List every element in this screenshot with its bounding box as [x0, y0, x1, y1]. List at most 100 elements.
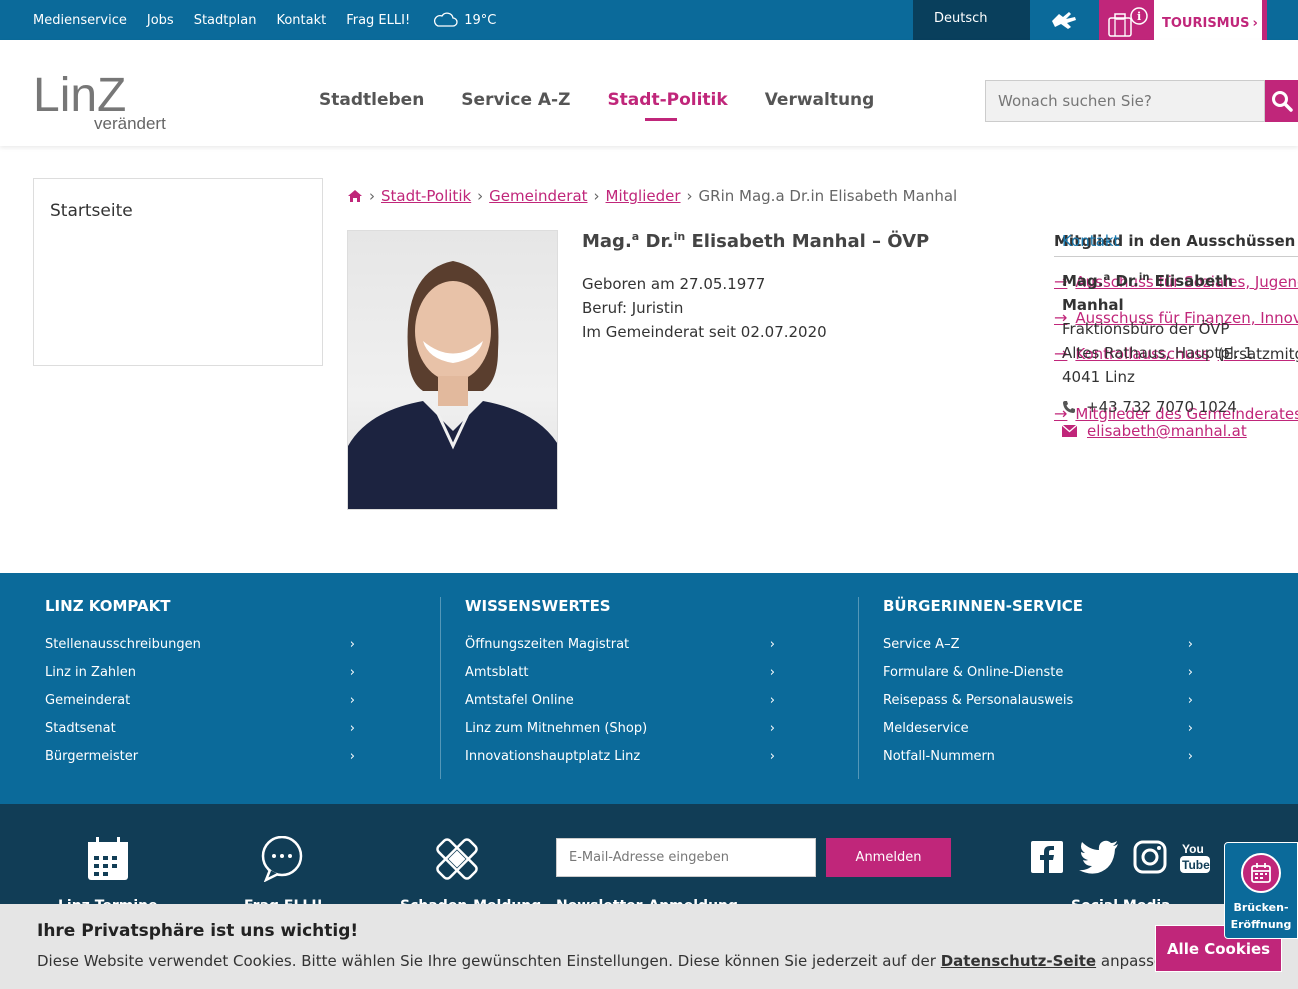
weather-temp: 19°C	[464, 12, 497, 28]
nav-stadtleben[interactable]: Stadtleben	[319, 90, 424, 110]
footer-link[interactable]: Meldeservice ›	[883, 721, 1193, 749]
chevron-right-icon: ›	[1187, 637, 1193, 652]
footer-link[interactable]: Formulare & Online-Dienste ›	[883, 665, 1193, 693]
cookie-text-before: Diese Website verwendet Cookies. Bitte w…	[37, 952, 936, 970]
footer-col-title: LINZ KOMPAKT	[45, 597, 171, 615]
bridge-opening-badge[interactable]: Brücken- Eröffnung	[1224, 842, 1298, 939]
portrait-photo	[347, 230, 558, 510]
top-link-jobs[interactable]: Jobs	[147, 13, 174, 28]
cloud-icon	[434, 12, 458, 27]
top-link-stadtplan[interactable]: Stadtplan	[194, 13, 257, 28]
chevron-right-icon: ›	[769, 749, 775, 764]
nav-service-a-z[interactable]: Service A-Z	[461, 90, 570, 110]
chat-bubble-icon[interactable]	[260, 835, 306, 883]
chevron-right-icon: ›	[349, 637, 355, 652]
breadcrumb-gemeinderat[interactable]: Gemeinderat	[489, 187, 587, 205]
chevron-right-icon: ›	[349, 693, 355, 708]
chevron-right-icon: ›	[1187, 665, 1193, 680]
contact-sup-a: a	[1103, 272, 1111, 283]
contact-phone[interactable]: +43 732 7070 1024	[1086, 395, 1237, 419]
footer-link-label: Bürgermeister	[45, 749, 139, 764]
footer-link-label: Amtsblatt	[465, 665, 529, 680]
search-button[interactable]	[1265, 80, 1298, 122]
chevron-right-icon: ›	[769, 693, 775, 708]
breadcrumb-stadt-politik[interactable]: Stadt-Politik	[381, 187, 471, 205]
breadcrumb-mitglieder[interactable]: Mitglieder	[606, 187, 681, 205]
chevron-right-icon: ›	[1252, 15, 1258, 31]
footer-link[interactable]: Amtsblatt ›	[465, 665, 775, 693]
contact-sup-in: in	[1138, 272, 1150, 283]
chevron-right-icon: ›	[1187, 693, 1193, 708]
cookie-banner: Ihre Privatsphäre ist uns wichtig! Diese…	[0, 904, 1298, 989]
youtube-icon[interactable]: You Tube	[1180, 840, 1210, 874]
title-sup-a: a	[631, 230, 640, 243]
contact-phone-row: +43 732 7070 1024	[1062, 395, 1253, 419]
top-link-frag-elli[interactable]: Frag ELLI!	[346, 13, 410, 28]
svg-text:You: You	[1182, 842, 1204, 856]
chevron-right-icon: ›	[349, 749, 355, 764]
contact-email[interactable]: elisabeth@manhal.at	[1087, 419, 1247, 443]
fact-since: Im Gemeinderat seit 02.07.2020	[582, 323, 827, 341]
twitter-icon[interactable]	[1078, 840, 1120, 874]
nav-stadt-politik[interactable]: Stadt-Politik	[607, 90, 728, 121]
phone-icon	[1063, 401, 1075, 413]
breadcrumb-sep: ›	[593, 187, 600, 205]
calendar-icon[interactable]	[86, 836, 132, 882]
svg-text:i: i	[1137, 10, 1141, 23]
sign-language-icon	[1052, 12, 1076, 29]
search-input[interactable]	[985, 80, 1265, 122]
svg-text:Tube: Tube	[1182, 858, 1210, 872]
bandage-icon[interactable]	[434, 836, 480, 882]
envelope-icon	[1062, 425, 1077, 437]
footer-link[interactable]: Bürgermeister ›	[45, 749, 355, 777]
contact-office: Fraktionsbüro der ÖVP	[1062, 320, 1230, 338]
title-sup-in: in	[673, 230, 686, 243]
weather-widget[interactable]: 19°C	[432, 12, 496, 28]
sign-language-button[interactable]	[1040, 6, 1088, 34]
top-link-medienservice[interactable]: Medienservice	[33, 13, 127, 28]
footer-link[interactable]: Öffnungszeiten Magistrat ›	[465, 637, 775, 665]
footer-link-label: Linz in Zahlen	[45, 665, 136, 680]
newsletter-email-input[interactable]	[556, 838, 816, 877]
footer-divider	[440, 597, 441, 779]
privacy-link[interactable]: Datenschutz-Seite	[941, 952, 1096, 970]
footer-link[interactable]: Service A–Z ›	[883, 637, 1193, 665]
footer-col-wissenswertes: WISSENSWERTES Öffnungszeiten Magistrat › …	[465, 597, 785, 777]
facebook-icon[interactable]	[1030, 840, 1064, 874]
kontakt-heading: Kontakt	[1062, 232, 1120, 250]
instagram-icon[interactable]	[1133, 840, 1167, 874]
footer-link-label: Formulare & Online-Dienste	[883, 665, 1064, 680]
footer-link[interactable]: Gemeinderat ›	[45, 693, 355, 721]
contact-lastname: Manhal	[1062, 296, 1124, 314]
contact-address1: Altes Rathaus, Hauptpl. 1	[1062, 344, 1253, 362]
chevron-right-icon: ›	[769, 665, 775, 680]
footer-link[interactable]: Linz in Zahlen ›	[45, 665, 355, 693]
breadcrumb: › Stadt-Politik › Gemeinderat › Mitglied…	[347, 187, 957, 205]
person-title: Mag.a Dr.in Elisabeth Manhal – ÖVP	[582, 230, 929, 252]
calendar-icon	[1241, 853, 1281, 893]
footer-link[interactable]: Innovationshauptplatz Linz ›	[465, 749, 775, 777]
sidebar-item-startseite[interactable]: Startseite	[50, 201, 133, 221]
contact-email-row: elisabeth@manhal.at	[1062, 419, 1253, 443]
footer-link[interactable]: Amtstafel Online ›	[465, 693, 775, 721]
contact-firstname: Elisabeth	[1154, 272, 1234, 290]
language-select[interactable]: Deutsch	[913, 0, 1030, 40]
fact-job: Beruf: Juristin	[582, 299, 684, 317]
footer-link-label: Stellenausschreibungen	[45, 637, 201, 652]
newsletter-subscribe-button[interactable]: Anmelden	[826, 838, 951, 877]
footer-col-linz-kompakt: LINZ KOMPAKT Stellenausschreibungen › Lin…	[45, 597, 365, 777]
linz-logo[interactable]: LinZ verändert	[33, 69, 168, 133]
site-header: LinZ verändert Stadtleben Service A-Z St…	[0, 40, 1298, 146]
chevron-right-icon: ›	[1187, 721, 1193, 736]
footer-link[interactable]: Stellenausschreibungen ›	[45, 637, 355, 665]
nav-verwaltung[interactable]: Verwaltung	[765, 90, 875, 110]
footer-link[interactable]: Stadtsenat ›	[45, 721, 355, 749]
title-name: Elisabeth Manhal – ÖVP	[691, 231, 930, 252]
breadcrumb-sep: ›	[369, 187, 375, 205]
home-icon[interactable]	[347, 189, 363, 203]
footer-link[interactable]: Notfall-Nummern ›	[883, 749, 1193, 777]
footer-link[interactable]: Linz zum Mitnehmen (Shop) ›	[465, 721, 775, 749]
top-link-kontakt[interactable]: Kontakt	[276, 13, 326, 28]
footer-divider	[858, 597, 859, 779]
footer-link[interactable]: Reisepass & Personalausweis ›	[883, 693, 1193, 721]
